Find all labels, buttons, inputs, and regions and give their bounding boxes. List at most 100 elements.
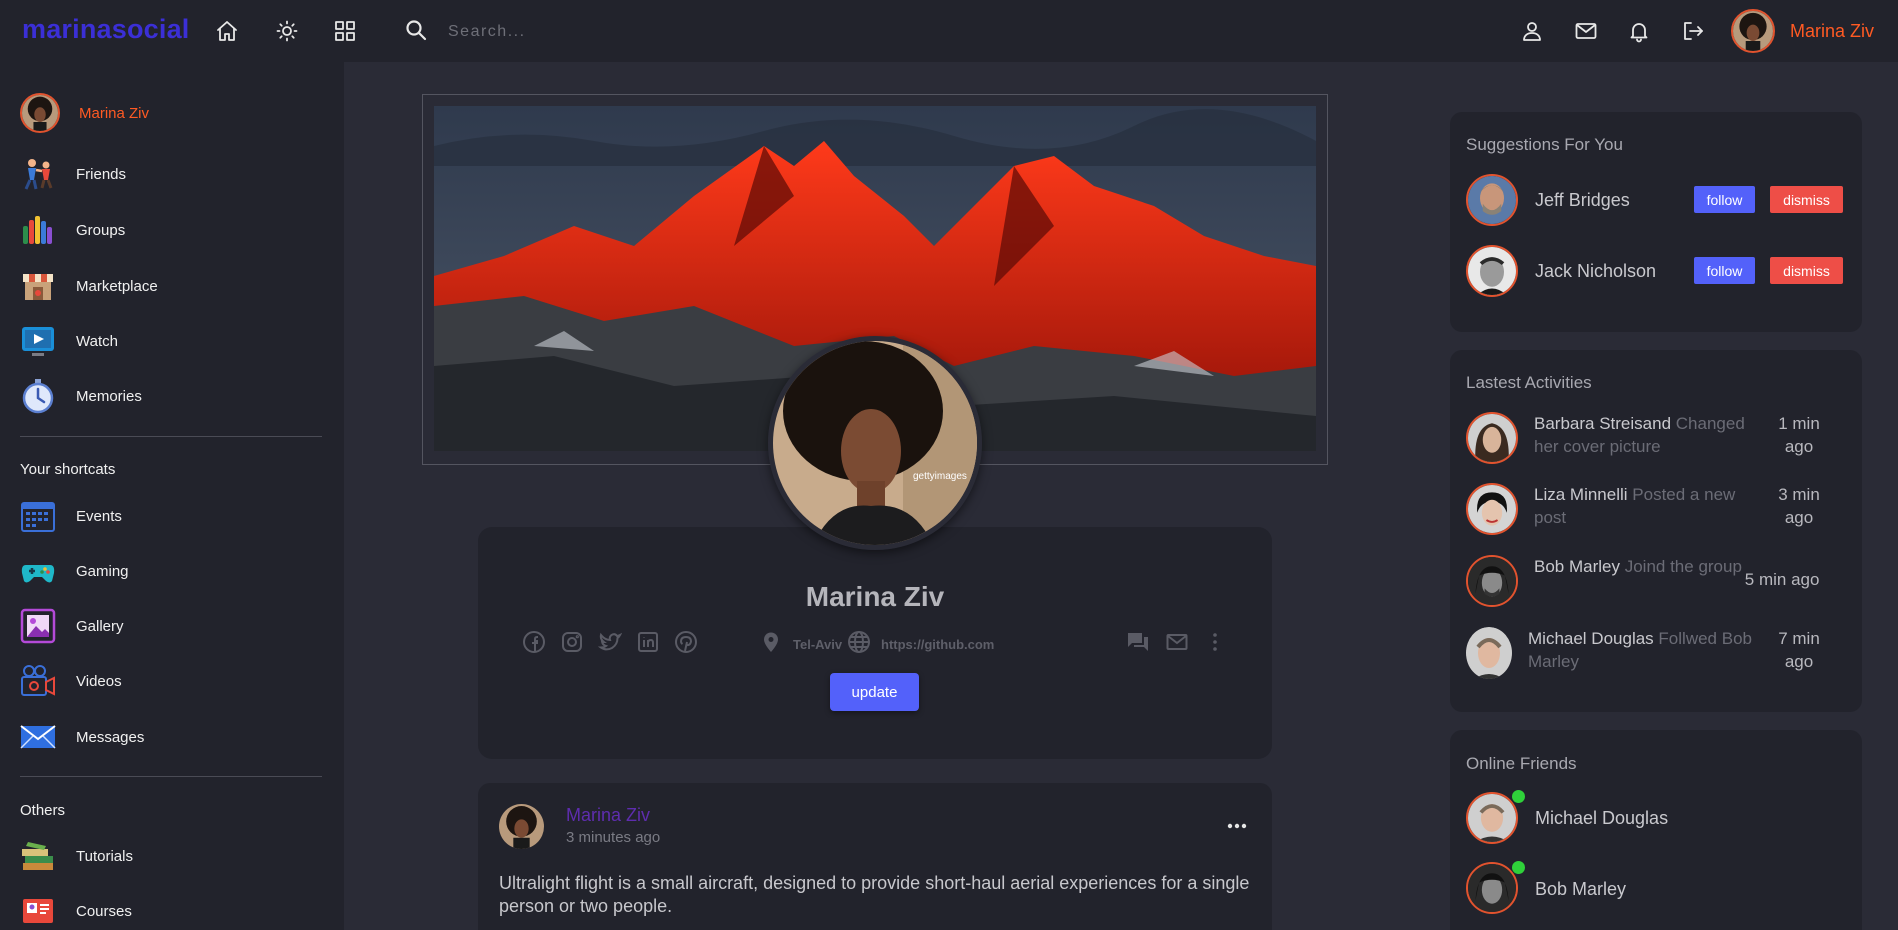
website-text: https://github.com — [881, 637, 995, 652]
sidebar-item-events[interactable]: Events — [20, 498, 122, 534]
activity-item: Michael Douglas Follwed Bob Marley 7 min… — [1466, 627, 1856, 679]
activity-avatar[interactable] — [1466, 555, 1518, 607]
suggestion-name[interactable]: Jack Nicholson — [1535, 261, 1656, 282]
search-bar — [404, 16, 744, 48]
activity-user[interactable]: Michael Douglas — [1528, 629, 1654, 648]
globe-icon — [847, 630, 871, 659]
sidebar-item-courses[interactable]: Courses — [20, 893, 132, 929]
profile-picture[interactable]: gettyimages — [768, 336, 982, 550]
activity-text: Barbara Streisand Changed her cover pict… — [1534, 412, 1764, 458]
sidebar-item-label: Friends — [76, 165, 127, 183]
activities-title: Lastest Activities — [1466, 373, 1592, 392]
online-friend-avatar[interactable] — [1466, 792, 1518, 844]
profile-name: Marina Ziv — [805, 581, 945, 612]
activity-user[interactable]: Bob Marley — [1534, 557, 1620, 576]
mail-outline-icon[interactable] — [1165, 630, 1189, 654]
search-input[interactable] — [448, 23, 728, 41]
sidebar-profile[interactable]: Marina Ziv — [20, 93, 149, 133]
nav-user-profile[interactable]: Marina Ziv — [1731, 9, 1874, 53]
courses-icon — [20, 893, 56, 929]
activity-text: Michael Douglas Follwed Bob Marley — [1528, 627, 1758, 673]
activity-avatar[interactable] — [1466, 483, 1518, 535]
follow-button[interactable]: follow — [1694, 186, 1755, 213]
online-friend-avatar[interactable] — [1466, 862, 1518, 914]
profile-website[interactable]: https://github.com — [847, 630, 994, 659]
calendar-icon — [20, 498, 56, 534]
mail-icon[interactable] — [1572, 17, 1600, 45]
sidebar-divider — [20, 436, 322, 437]
profile-person-icon[interactable] — [1518, 17, 1546, 45]
pinterest-icon[interactable] — [674, 630, 698, 654]
activity-user[interactable]: Liza Minnelli — [1534, 485, 1628, 504]
update-button[interactable]: update — [830, 673, 919, 711]
activity-user[interactable]: Barbara Streisand — [1534, 414, 1671, 433]
home-icon[interactable] — [213, 17, 241, 45]
watch-icon — [20, 323, 56, 359]
sidebar-item-label: Marketplace — [76, 277, 158, 295]
search-icon[interactable] — [404, 18, 428, 47]
activity-item: Liza Minnelli Posted a new post 3 min ag… — [1466, 483, 1856, 535]
online-status-indicator — [1512, 861, 1525, 874]
notifications-bell-icon[interactable] — [1625, 17, 1653, 45]
logout-icon[interactable] — [1679, 17, 1707, 45]
sidebar-item-watch[interactable]: Watch — [20, 323, 118, 359]
linkedin-icon[interactable] — [636, 630, 660, 654]
activity-time: 5 min ago — [1744, 570, 1820, 589]
suggestion-avatar[interactable] — [1466, 245, 1518, 297]
post-body-text: Ultralight flight is a small aircraft, d… — [499, 873, 1250, 916]
others-heading: Others — [20, 802, 66, 819]
app-logo[interactable]: marinasocial — [22, 14, 190, 45]
sidebar-item-label: Gaming — [76, 562, 129, 580]
instagram-icon[interactable] — [560, 630, 584, 654]
video-camera-icon — [20, 663, 56, 699]
shortcuts-heading: Your shortcats — [20, 461, 116, 478]
dismiss-button[interactable]: dismiss — [1770, 257, 1843, 284]
dismiss-button[interactable]: dismiss — [1770, 186, 1843, 213]
theme-toggle-sun-icon[interactable] — [273, 17, 301, 45]
sidebar-item-label: Tutorials — [76, 847, 133, 865]
activity-item: Barbara Streisand Changed her cover pict… — [1466, 412, 1856, 464]
marketplace-icon — [20, 268, 56, 304]
sidebar-item-label: Messages — [76, 728, 145, 746]
sidebar-item-tutorials[interactable]: Tutorials — [20, 838, 133, 874]
sidebar-item-memories[interactable]: Memories — [20, 378, 142, 414]
online-friend-name[interactable]: Bob Marley — [1535, 879, 1626, 900]
sidebar-item-label: Gallery — [76, 617, 124, 635]
more-vertical-icon[interactable] — [1203, 630, 1227, 654]
sidebar-item-gallery[interactable]: Gallery — [20, 608, 124, 644]
sidebar-item-gaming[interactable]: Gaming — [20, 553, 129, 589]
groups-icon — [20, 212, 56, 248]
activity-avatar[interactable] — [1466, 627, 1512, 679]
post-author-avatar[interactable] — [499, 804, 544, 849]
nav-user-name: Marina Ziv — [1790, 20, 1875, 41]
activity-action: Joind the group — [1624, 557, 1742, 576]
post-author-name[interactable]: Marina Ziv — [566, 805, 650, 826]
chat-bubbles-icon[interactable] — [1126, 630, 1150, 654]
sidebar-item-label: Watch — [76, 332, 118, 350]
post-timestamp: 3 minutes ago — [566, 829, 661, 846]
books-icon — [20, 838, 56, 874]
profile-location: Tel-Aviv — [759, 630, 842, 659]
sidebar-item-label: Memories — [76, 387, 142, 405]
twitter-icon[interactable] — [597, 630, 623, 654]
apps-grid-icon[interactable] — [331, 17, 359, 45]
svg-text:gettyimages: gettyimages — [913, 471, 967, 482]
activity-item: Bob Marley Joind the group 5 min ago — [1466, 555, 1856, 607]
sidebar-item-groups[interactable]: Groups — [20, 212, 125, 248]
location-text: Tel-Aviv — [793, 637, 843, 652]
sidebar-item-marketplace[interactable]: Marketplace — [20, 268, 158, 304]
sidebar-item-label: Courses — [76, 902, 132, 920]
gallery-icon — [20, 608, 56, 644]
sidebar-item-friends[interactable]: Friends — [20, 156, 126, 192]
follow-button[interactable]: follow — [1694, 257, 1755, 284]
suggestion-name[interactable]: Jeff Bridges — [1535, 190, 1630, 211]
suggestion-avatar[interactable] — [1466, 174, 1518, 226]
sidebar-item-messages[interactable]: Messages — [20, 719, 144, 755]
online-friend-name[interactable]: Michael Douglas — [1535, 808, 1668, 829]
activity-time: 1 min ago — [1778, 414, 1820, 456]
sidebar-item-videos[interactable]: Videos — [20, 663, 122, 699]
facebook-icon[interactable] — [522, 630, 546, 654]
post-more-horizontal-icon[interactable] — [1225, 814, 1249, 838]
activity-avatar[interactable] — [1466, 412, 1518, 464]
location-pin-icon — [759, 630, 783, 659]
